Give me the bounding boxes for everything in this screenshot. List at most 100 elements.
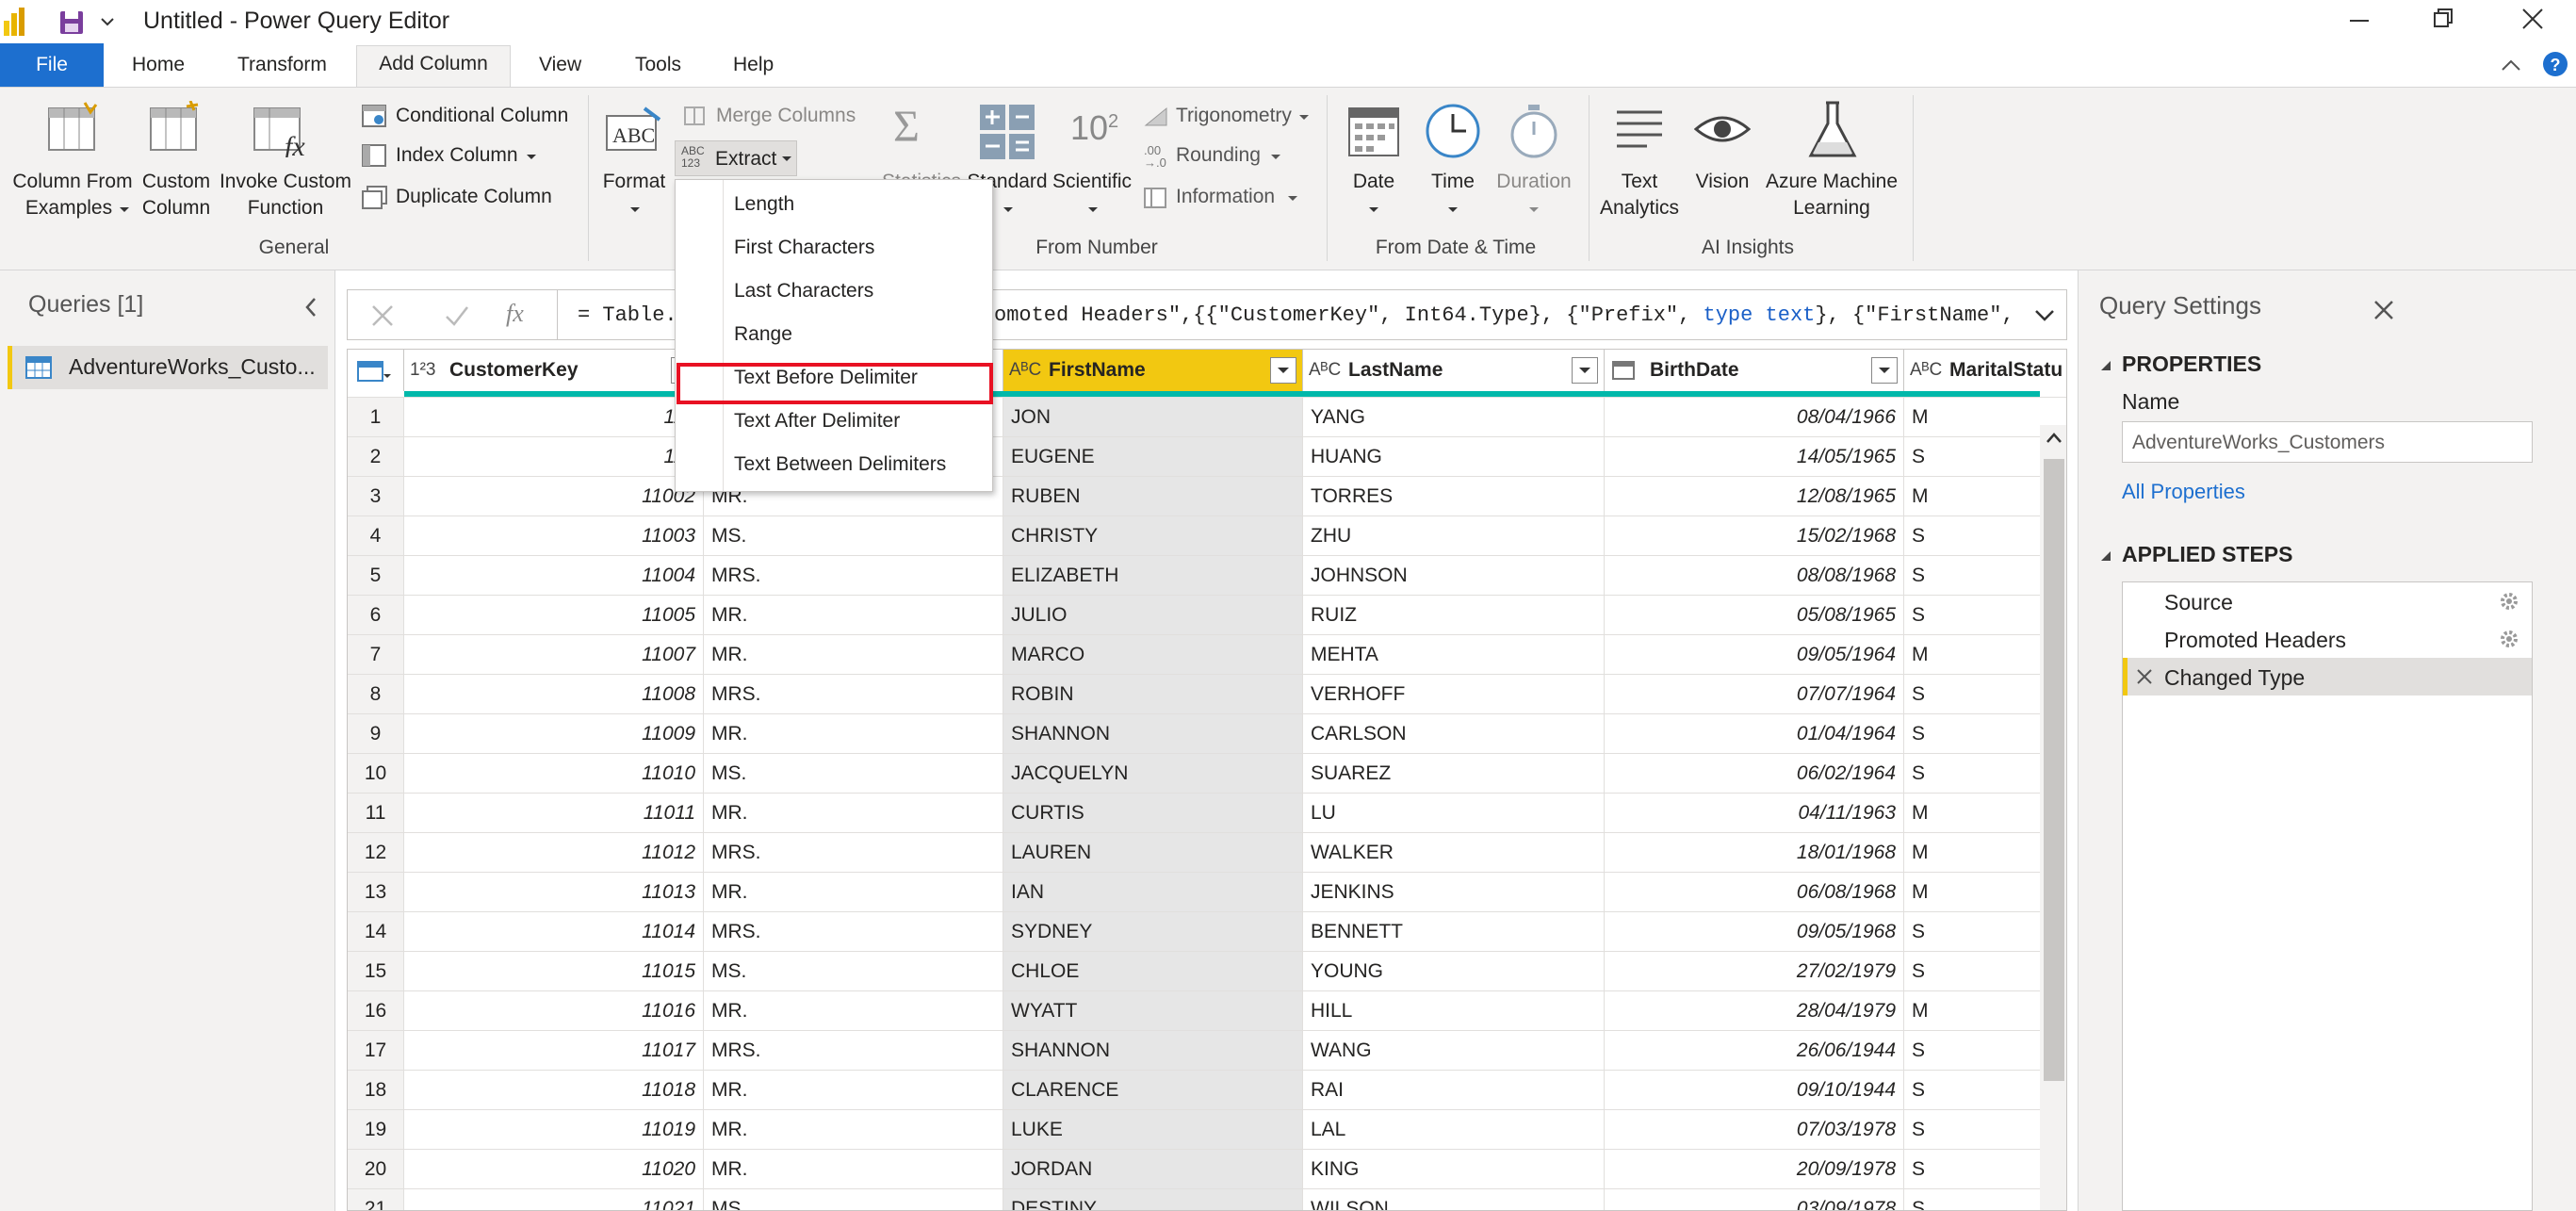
format-button[interactable]: ABC Format [594, 88, 675, 229]
table-cell[interactable]: 11020 [404, 1150, 704, 1189]
tab-add-column[interactable]: Add Column [356, 45, 511, 87]
table-cell[interactable]: JACQUELYN [1003, 754, 1303, 794]
table-cell[interactable]: 07/07/1964 [1605, 675, 1904, 714]
all-properties-link[interactable]: All Properties [2122, 480, 2245, 504]
minimize-icon[interactable] [2348, 11, 2371, 34]
azure-ml-button[interactable]: Azure Machine Learning [1760, 88, 1903, 229]
table-cell[interactable]: 04/11/1963 [1605, 794, 1904, 833]
table-cell[interactable]: RUBEN [1003, 477, 1303, 516]
time-button[interactable]: Time [1417, 88, 1489, 229]
restore-icon[interactable] [2433, 8, 2455, 30]
tab-tools[interactable]: Tools [635, 47, 681, 83]
table-cell[interactable]: 27/02/1979 [1605, 952, 1904, 991]
table-cell[interactable]: LAL [1303, 1110, 1605, 1150]
cancel-formula-icon[interactable] [370, 303, 395, 328]
column-from-examples-button[interactable]: Column From Examples [8, 88, 138, 229]
step-item[interactable]: Source [2123, 582, 2532, 620]
table-row[interactable]: 1110JONYANG08/04/1966M [348, 397, 2066, 437]
table-cell[interactable]: 11003 [404, 516, 704, 556]
table-cell[interactable]: 11012 [404, 833, 704, 873]
table-cell[interactable]: HILL [1303, 991, 1605, 1031]
column-header[interactable]: 1²3 CustomerKey [404, 350, 704, 391]
table-row[interactable]: 21 11021 MS. DESTINY WILSON 03/09/1978 S [348, 1188, 2066, 1210]
scientific-button[interactable]: 102 Scientific [1050, 88, 1134, 229]
tab-file[interactable]: File [0, 43, 104, 87]
gear-icon[interactable] [2498, 590, 2520, 613]
table-row[interactable]: 10 11010 MS. JACQUELYN SUAREZ 06/02/1964 S [348, 753, 2066, 794]
gear-icon[interactable] [2498, 628, 2520, 650]
vision-button[interactable]: Vision [1687, 88, 1758, 229]
table-cell[interactable]: 11017 [404, 1031, 704, 1071]
table-row[interactable]: 14 11014 MRS. SYDNEY BENNETT 09/05/1968 S [348, 911, 2066, 952]
table-cell[interactable]: 06/08/1968 [1605, 873, 1904, 912]
vertical-scrollbar[interactable] [2040, 425, 2066, 1210]
duplicate-column-button[interactable]: Duplicate Column [362, 184, 569, 214]
extract-menu-item[interactable]: Text After Delimiter [676, 401, 992, 442]
table-row[interactable]: 3 11002 MR. RUBEN TORRES 12/08/1965 M [348, 476, 2066, 516]
table-cell[interactable]: ZHU [1303, 516, 1605, 556]
index-column-button[interactable]: Index Column [362, 142, 550, 172]
scrollbar-thumb[interactable] [2044, 459, 2064, 1081]
table-cell[interactable]: 11009 [404, 714, 704, 754]
table-cell[interactable]: 11015 [404, 952, 704, 991]
table-cell[interactable]: RUIZ [1303, 596, 1605, 635]
delete-step-icon[interactable] [2135, 667, 2154, 686]
table-cell[interactable]: 12/08/1965 [1605, 477, 1904, 516]
extract-menu-item[interactable]: Length [676, 184, 992, 225]
table-cell[interactable]: ELIZABETH [1003, 556, 1303, 596]
extract-button[interactable]: ABC 123 Extract [675, 140, 797, 176]
table-cell[interactable]: CHRISTY [1003, 516, 1303, 556]
help-icon[interactable]: ? [2542, 51, 2568, 77]
tab-home[interactable]: Home [132, 47, 185, 83]
table-cell[interactable]: KING [1303, 1150, 1605, 1189]
table-cell[interactable]: WANG [1303, 1031, 1605, 1071]
collapse-section-icon[interactable] [2099, 549, 2112, 563]
table-cell[interactable]: 01/04/1964 [1605, 714, 1904, 754]
table-row[interactable]: 12 11012 MRS. LAUREN WALKER 18/01/1968 M [348, 832, 2066, 873]
custom-column-button[interactable]: Custom Column [139, 88, 213, 229]
table-cell[interactable]: 11010 [404, 754, 704, 794]
table-cell[interactable]: 110 [404, 398, 704, 437]
table-cell[interactable]: JORDAN [1003, 1150, 1303, 1189]
table-cell[interactable]: LUKE [1003, 1110, 1303, 1150]
table-cell[interactable]: TORRES [1303, 477, 1605, 516]
table-cell[interactable]: BENNETT [1303, 912, 1605, 952]
table-cell[interactable]: YOUNG [1303, 952, 1605, 991]
table-cell[interactable]: 05/08/1965 [1605, 596, 1904, 635]
table-cell[interactable]: 14/05/1965 [1605, 437, 1904, 477]
table-cell[interactable]: RAI [1303, 1071, 1605, 1110]
table-cell[interactable]: 11007 [404, 635, 704, 675]
table-cell[interactable]: 07/03/1978 [1605, 1110, 1904, 1150]
table-row[interactable]: 17 11017 MRS. SHANNON WANG 26/06/1944 S [348, 1030, 2066, 1071]
table-row[interactable]: 18 11018 MR. CLARENCE RAI 09/10/1944 S [348, 1070, 2066, 1110]
table-row[interactable]: 13 11013 MR. IAN JENKINS 06/08/1968 M [348, 872, 2066, 912]
text-analytics-button[interactable]: Text Analytics [1594, 88, 1685, 229]
table-cell[interactable]: CURTIS [1003, 794, 1303, 833]
duration-button[interactable]: Duration [1491, 88, 1577, 229]
fx-icon[interactable]: fx [506, 300, 524, 328]
column-filter-button[interactable] [1871, 357, 1898, 384]
table-cell[interactable]: 06/02/1964 [1605, 754, 1904, 794]
formula-text[interactable]: = Table. [578, 303, 677, 327]
table-menu-button[interactable] [348, 350, 404, 391]
invoke-custom-function-button[interactable]: fx Invoke Custom Function [217, 88, 354, 229]
table-cell[interactable]: 11019 [404, 1110, 704, 1150]
table-cell[interactable]: MS. [704, 754, 1003, 794]
table-cell[interactable]: MR. [704, 714, 1003, 754]
table-cell[interactable]: MR. [704, 635, 1003, 675]
step-item-selected[interactable]: Changed Type [2123, 658, 2532, 696]
table-cell[interactable]: MR. [704, 794, 1003, 833]
column-header[interactable]: AᴮC FirstName [1003, 350, 1303, 391]
table-cell[interactable]: MR. [704, 1071, 1003, 1110]
table-cell[interactable]: WALKER [1303, 833, 1605, 873]
table-row[interactable]: 20 11020 MR. JORDAN KING 20/09/1978 S [348, 1149, 2066, 1189]
column-header[interactable]: BirthDate [1605, 350, 1904, 391]
column-header[interactable]: AᴮC LastName [1303, 350, 1605, 391]
table-cell[interactable]: 28/04/1979 [1605, 991, 1904, 1031]
table-cell[interactable]: CLARENCE [1003, 1071, 1303, 1110]
table-cell[interactable]: MR. [704, 873, 1003, 912]
table-cell[interactable]: ROBIN [1003, 675, 1303, 714]
table-cell[interactable]: MRS. [704, 556, 1003, 596]
conditional-column-button[interactable]: Conditional Column [362, 103, 579, 133]
table-cell[interactable]: 11002 [404, 477, 704, 516]
